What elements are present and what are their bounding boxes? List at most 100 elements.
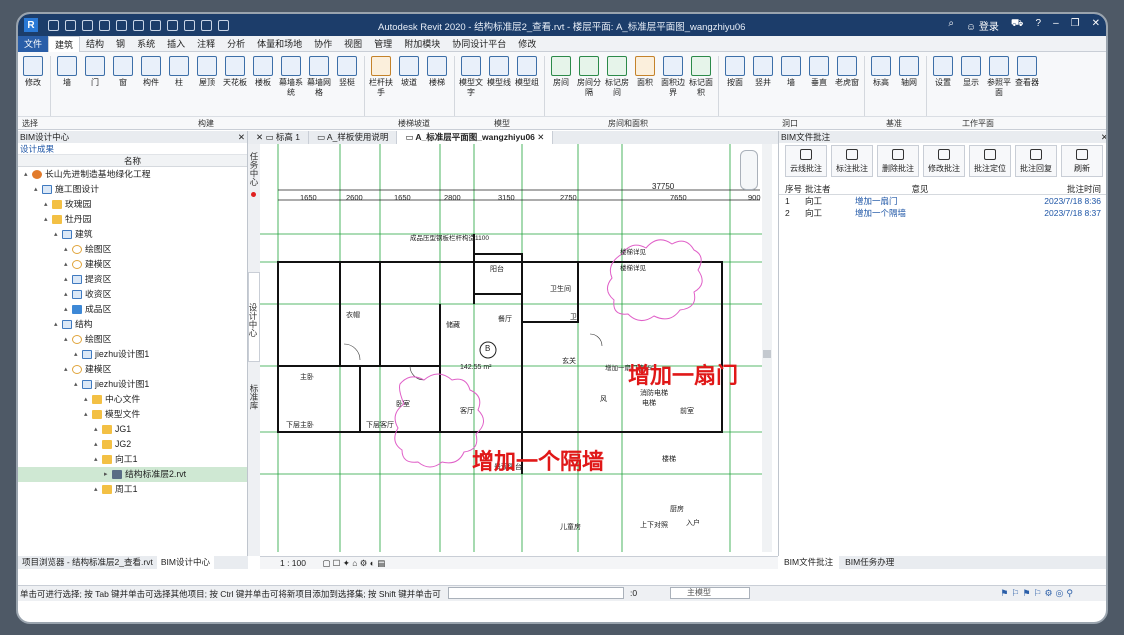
modify-button[interactable]: 修改: [20, 56, 46, 88]
tab-manage[interactable]: 管理: [368, 36, 398, 52]
model-line-button[interactable]: 模型线: [486, 56, 512, 88]
expand-arrow-icon[interactable]: ▴: [44, 197, 52, 212]
tree-item[interactable]: ▴ 长山先进制造基地绿化工程: [18, 167, 247, 182]
mullion-button[interactable]: 竖梃: [334, 56, 360, 88]
tree-item[interactable]: ▴ 建模区: [18, 257, 247, 272]
component-button[interactable]: 构件: [138, 56, 164, 88]
shaft-button[interactable]: 竖井: [750, 56, 776, 88]
tag-room-button[interactable]: 标记房间: [604, 56, 630, 98]
binoculars-icon[interactable]: ⌕: [948, 18, 954, 33]
expand-arrow-icon[interactable]: ▴: [64, 362, 72, 377]
ceiling-button[interactable]: 天花板: [222, 56, 248, 88]
door-button[interactable]: 门: [82, 56, 108, 88]
expand-arrow-icon[interactable]: ▴: [74, 377, 82, 392]
show-workplane-button[interactable]: 显示: [958, 56, 984, 88]
tab-modify[interactable]: 修改: [512, 36, 542, 52]
stair-button[interactable]: 楼梯: [424, 56, 450, 88]
area-boundary-button[interactable]: 面积边界: [660, 56, 686, 98]
doc-tab-floorplan[interactable]: ▭ A_标准层平面图_wangzhiyu06 ✕: [397, 131, 554, 144]
room-button[interactable]: 房间: [548, 56, 574, 88]
tab-massing[interactable]: 体量和场地: [251, 36, 308, 52]
model-text-button[interactable]: 模型文字: [458, 56, 484, 98]
save-icon[interactable]: [65, 19, 76, 31]
tree-item[interactable]: ▴ 向工1: [18, 452, 247, 467]
tab-steel[interactable]: 钢: [110, 36, 131, 52]
expand-arrow-icon[interactable]: ▴: [44, 212, 52, 227]
cloud-annotate-button[interactable]: 云线批注: [785, 145, 827, 177]
tree-item[interactable]: ▴ 施工图设计: [18, 182, 247, 197]
tab-insert[interactable]: 插入: [161, 36, 191, 52]
tree-item[interactable]: ▴ 牡丹园: [18, 212, 247, 227]
refresh-button[interactable]: 刷新: [1061, 145, 1103, 177]
group-select[interactable]: 选择: [22, 118, 38, 129]
tree-item[interactable]: ▴ jiezhu设计图1: [18, 377, 247, 392]
tab-view[interactable]: 视图: [338, 36, 368, 52]
open-icon[interactable]: [48, 19, 59, 31]
3d-view-icon[interactable]: [167, 19, 178, 31]
help-icon[interactable]: ?: [1036, 18, 1042, 33]
table-row[interactable]: 1 向工 增加一扇门 2023/7/18 8:36: [779, 195, 1106, 207]
close-button[interactable]: ✕: [1092, 18, 1100, 33]
area-button[interactable]: 面积: [632, 56, 658, 88]
cart-icon[interactable]: ⛟: [1011, 18, 1024, 33]
expand-arrow-icon[interactable]: ▸: [104, 467, 112, 482]
user-icon[interactable]: ☺ 登录: [966, 18, 999, 33]
tab-file[interactable]: 文件: [18, 35, 49, 52]
panel-subtitle[interactable]: 设计成果: [18, 143, 247, 155]
drawing-canvas[interactable]: 37750 1650 2600 1650 2800 3150 2750 7650…: [260, 144, 772, 552]
measure-icon[interactable]: [133, 19, 144, 31]
tab-annotate[interactable]: 注释: [191, 36, 221, 52]
dormer-button[interactable]: 老虎窗: [834, 56, 860, 88]
tree-item[interactable]: ▴ 模型文件: [18, 407, 247, 422]
scroll-thumb[interactable]: [763, 350, 771, 358]
expand-arrow-icon[interactable]: ▴: [34, 182, 42, 197]
tree-item[interactable]: ▴ 建筑: [18, 227, 247, 242]
viewer-button[interactable]: 查看器: [1014, 56, 1040, 88]
status-icons[interactable]: ⚑⚐⚑⚐⚙◎⚲: [1000, 588, 1076, 599]
expand-arrow-icon[interactable]: ▴: [94, 437, 102, 452]
tree-item[interactable]: ▴ 提资区: [18, 272, 247, 287]
close-hidden-icon[interactable]: [201, 19, 212, 31]
expand-arrow-icon[interactable]: ▴: [84, 392, 92, 407]
delete-annotation-button[interactable]: 删除批注: [877, 145, 919, 177]
revit-logo-icon[interactable]: R: [24, 18, 38, 32]
annotation-add-door[interactable]: 增加一扇门: [628, 358, 738, 390]
wall-opening-button[interactable]: 墙: [778, 56, 804, 88]
room-separator-button[interactable]: 房间分隔: [576, 56, 602, 98]
tree-item[interactable]: ▴ 结构: [18, 317, 247, 332]
expand-arrow-icon[interactable]: ▴: [94, 452, 102, 467]
tree-item[interactable]: ▴ 收资区: [18, 287, 247, 302]
close-icon[interactable]: ✕: [1101, 131, 1106, 143]
login-label[interactable]: 登录: [979, 22, 999, 33]
curtain-system-button[interactable]: 幕墙系统: [278, 56, 304, 98]
design-option-field[interactable]: 主模型: [670, 587, 750, 599]
section-icon[interactable]: [184, 19, 195, 31]
redo-icon[interactable]: [99, 19, 110, 31]
close-icon[interactable]: ✕: [238, 131, 245, 143]
text-icon[interactable]: [150, 19, 161, 31]
expand-arrow-icon[interactable]: ▴: [64, 242, 72, 257]
side-tab-library[interactable]: 标准库: [248, 384, 260, 410]
switch-windows-icon[interactable]: [218, 19, 229, 31]
tree-item[interactable]: ▴ 玫瑰园: [18, 197, 247, 212]
expand-arrow-icon[interactable]: ▴: [64, 272, 72, 287]
column-button[interactable]: 柱: [166, 56, 192, 88]
expand-arrow-icon[interactable]: ▴: [64, 287, 72, 302]
navigation-bar[interactable]: [740, 150, 758, 190]
expand-arrow-icon[interactable]: ▴: [64, 302, 72, 317]
window-button[interactable]: 窗: [110, 56, 136, 88]
wall-button[interactable]: 墙: [54, 56, 80, 88]
model-group-button[interactable]: 模型组: [514, 56, 540, 88]
restore-button[interactable]: ❐: [1071, 18, 1080, 33]
edit-annotation-button[interactable]: 修改批注: [923, 145, 965, 177]
tab-annotation[interactable]: BIM文件批注: [778, 556, 840, 569]
ramp-button[interactable]: 坡道: [396, 56, 422, 88]
tree-item[interactable]: ▴ 建模区: [18, 362, 247, 377]
tree-item[interactable]: ▴ 绘图区: [18, 242, 247, 257]
tree-item[interactable]: ▴ jiezhu设计图1: [18, 347, 247, 362]
expand-arrow-icon[interactable]: ▴: [84, 407, 92, 422]
view-control-icons[interactable]: ▢ ☐ ✦ ⌂ ⚙ ◐ ▤: [322, 558, 385, 568]
expand-arrow-icon[interactable]: ▴: [64, 257, 72, 272]
doc-tab-template[interactable]: ▭ A_样板使用说明: [309, 131, 398, 144]
undo-icon[interactable]: [82, 19, 93, 31]
